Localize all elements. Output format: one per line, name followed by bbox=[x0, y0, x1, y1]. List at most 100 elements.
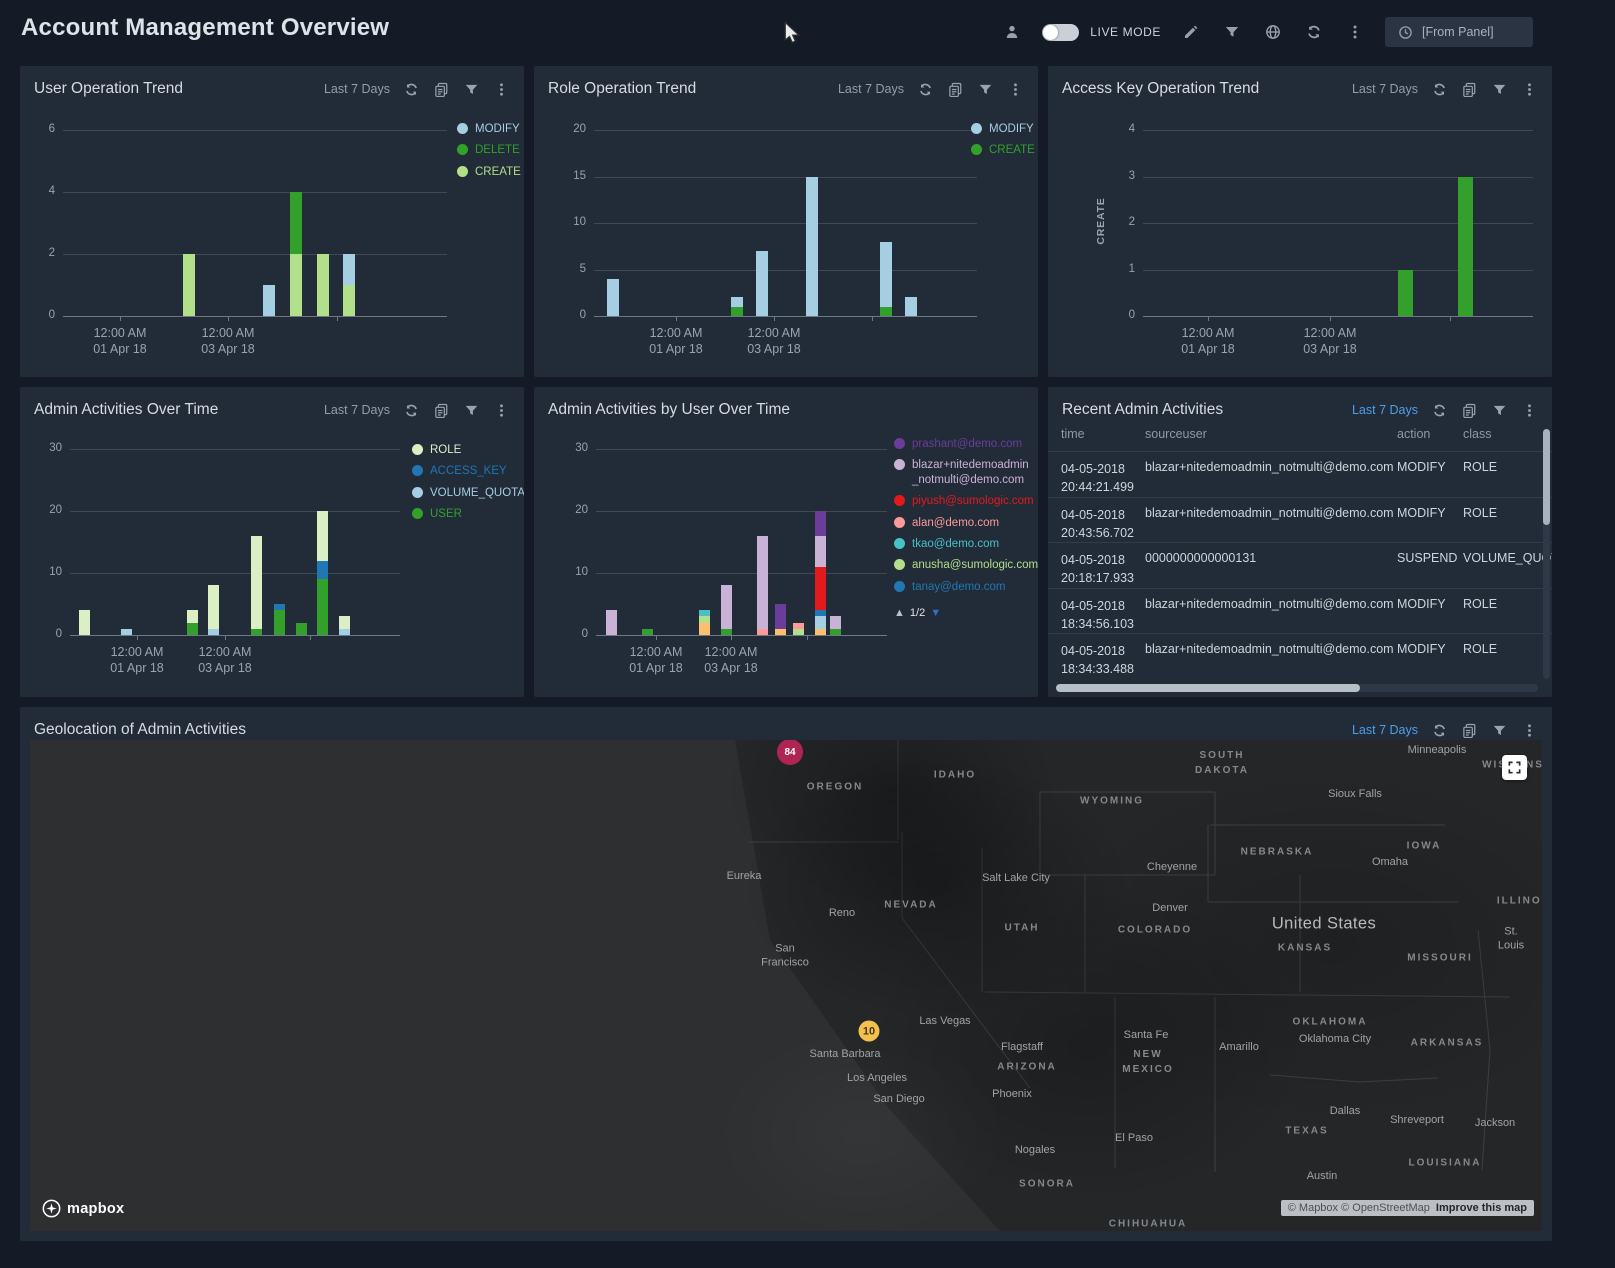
bar-segment[interactable] bbox=[343, 254, 355, 285]
bar-segment[interactable] bbox=[290, 192, 302, 254]
improve-this-map-link[interactable]: Improve this map bbox=[1436, 1202, 1527, 1214]
bar-segment[interactable] bbox=[757, 536, 768, 629]
legend-item[interactable]: tanay@demo.com bbox=[894, 580, 1038, 594]
bar-segment[interactable] bbox=[815, 567, 826, 610]
bar-segment[interactable] bbox=[187, 623, 198, 635]
bar-segment[interactable] bbox=[317, 511, 328, 561]
bar-segment[interactable] bbox=[339, 629, 350, 635]
bar-segment[interactable] bbox=[815, 616, 826, 628]
legend-item[interactable]: anusha@sumologic.com bbox=[894, 558, 1038, 572]
bar-segment[interactable] bbox=[606, 610, 617, 635]
table-row[interactable]: 04-05-2018 20:18:17.9330000000000000131S… bbox=[1048, 542, 1552, 588]
cluster-marker[interactable]: 84 bbox=[777, 740, 803, 765]
bar-segment[interactable] bbox=[757, 629, 768, 635]
legend-item[interactable]: MODIFY bbox=[971, 122, 1035, 136]
bar-segment[interactable] bbox=[79, 610, 90, 635]
bar-segment[interactable] bbox=[793, 623, 804, 629]
bar-segment[interactable] bbox=[183, 254, 195, 316]
bar-segment[interactable] bbox=[830, 629, 841, 635]
bar-segment[interactable] bbox=[806, 177, 818, 317]
bar-segment[interactable] bbox=[830, 616, 841, 628]
kebab-icon[interactable] bbox=[1521, 722, 1538, 739]
bar-segment[interactable] bbox=[699, 610, 710, 616]
refresh-icon[interactable] bbox=[1303, 21, 1325, 43]
panel-time-range[interactable]: Last 7 Days bbox=[1352, 723, 1418, 737]
legend-item[interactable]: ACCESS_KEY bbox=[412, 464, 524, 478]
bar-segment[interactable] bbox=[187, 610, 198, 622]
legend-page-down-icon[interactable]: ▼ bbox=[930, 607, 941, 619]
bar-segment[interactable] bbox=[815, 610, 826, 616]
bar-segment[interactable] bbox=[775, 629, 786, 635]
legend-item[interactable]: ROLE bbox=[412, 443, 524, 457]
vertical-scrollbar[interactable] bbox=[1543, 429, 1550, 679]
column-header-class[interactable]: class bbox=[1463, 427, 1552, 441]
refresh-icon[interactable] bbox=[1431, 402, 1448, 419]
legend-item[interactable]: piyush@sumologic.com bbox=[894, 494, 1038, 508]
legend-item[interactable]: CREATE bbox=[457, 165, 521, 179]
table-row[interactable]: 04-05-2018 20:44:21.499blazar+nitedemoad… bbox=[1048, 451, 1552, 497]
bar-segment[interactable] bbox=[880, 242, 892, 307]
filter-icon[interactable] bbox=[1491, 722, 1508, 739]
bar-segment[interactable] bbox=[815, 511, 826, 536]
bar-segment[interactable] bbox=[699, 616, 710, 622]
bar-segment[interactable] bbox=[263, 285, 275, 316]
legend-item[interactable]: blazar+nitedemoadmin _notmulti@demo.com bbox=[894, 458, 1038, 487]
bar-segment[interactable] bbox=[208, 629, 219, 635]
column-header-sourceuser[interactable]: sourceuser bbox=[1145, 427, 1397, 441]
legend-item[interactable]: CREATE bbox=[971, 143, 1035, 157]
bar-segment[interactable] bbox=[793, 629, 804, 635]
legend-item[interactable]: VOLUME_QUOTA bbox=[412, 486, 524, 500]
legend-item[interactable]: prashant@demo.com bbox=[894, 437, 1038, 451]
filter-icon[interactable] bbox=[1221, 21, 1243, 43]
globe-icon[interactable] bbox=[1262, 21, 1284, 43]
bar-segment[interactable] bbox=[317, 561, 328, 580]
bar-segment[interactable] bbox=[731, 307, 743, 316]
bar-segment[interactable] bbox=[815, 629, 826, 635]
bar-segment[interactable] bbox=[121, 629, 132, 635]
bar-segment[interactable] bbox=[721, 629, 732, 635]
bar-segment[interactable] bbox=[905, 297, 917, 316]
bar-segment[interactable] bbox=[880, 307, 892, 316]
edit-pencil-icon[interactable] bbox=[1180, 21, 1202, 43]
attribution-text[interactable]: © Mapbox © OpenStreetMap bbox=[1288, 1202, 1430, 1214]
time-range-selector[interactable]: [From Panel] bbox=[1385, 17, 1533, 47]
bar-segment[interactable] bbox=[317, 254, 329, 316]
refresh-icon[interactable] bbox=[1431, 722, 1448, 739]
legend-item[interactable]: MODIFY bbox=[457, 122, 521, 136]
bar-segment[interactable] bbox=[317, 579, 328, 635]
legend-item[interactable]: alan@demo.com bbox=[894, 516, 1038, 530]
cluster-marker[interactable]: 10 bbox=[859, 1021, 880, 1042]
bar-segment[interactable] bbox=[607, 279, 619, 316]
scrollbar-thumb[interactable] bbox=[1543, 429, 1550, 525]
bar-segment[interactable] bbox=[1398, 270, 1413, 317]
map-expand-button[interactable] bbox=[1502, 755, 1527, 780]
mapbox-logo[interactable]: mapbox bbox=[42, 1199, 124, 1218]
bar-segment[interactable] bbox=[815, 536, 826, 567]
bar-segment[interactable] bbox=[296, 623, 307, 635]
geolocation-map[interactable]: OREGONIDAHOWYOMINGSOUTH DAKOTAWISCONSINN… bbox=[30, 740, 1542, 1231]
legend-item[interactable]: DELETE bbox=[457, 143, 521, 157]
bar-segment[interactable] bbox=[208, 585, 219, 628]
scrollbar-thumb[interactable] bbox=[1056, 684, 1360, 692]
legend-item[interactable]: tkao@demo.com bbox=[894, 537, 1038, 551]
bar-segment[interactable] bbox=[775, 604, 786, 629]
legend-page-up-icon[interactable]: ▲ bbox=[894, 607, 905, 619]
bar-segment[interactable] bbox=[731, 297, 743, 306]
kebab-menu-icon[interactable] bbox=[1344, 21, 1366, 43]
panel-time-range[interactable]: Last 7 Days bbox=[1352, 403, 1418, 417]
bar-segment[interactable] bbox=[274, 604, 285, 610]
bar-segment[interactable] bbox=[756, 251, 768, 316]
copy-icon[interactable] bbox=[1461, 402, 1478, 419]
bar-segment[interactable] bbox=[290, 254, 302, 316]
bar-segment[interactable] bbox=[721, 585, 732, 628]
table-row[interactable]: 04-05-2018 20:43:56.702blazar+nitedemoad… bbox=[1048, 497, 1552, 543]
bar-segment[interactable] bbox=[339, 616, 350, 628]
bar-segment[interactable] bbox=[1458, 177, 1473, 317]
horizontal-scrollbar[interactable] bbox=[1056, 684, 1538, 692]
bar-segment[interactable] bbox=[642, 629, 653, 635]
column-header-action[interactable]: action bbox=[1397, 427, 1463, 441]
table-row[interactable]: 04-05-2018 18:34:56.103blazar+nitedemoad… bbox=[1048, 588, 1552, 634]
copy-icon[interactable] bbox=[1461, 722, 1478, 739]
bar-segment[interactable] bbox=[274, 610, 285, 635]
bar-segment[interactable] bbox=[251, 629, 262, 635]
